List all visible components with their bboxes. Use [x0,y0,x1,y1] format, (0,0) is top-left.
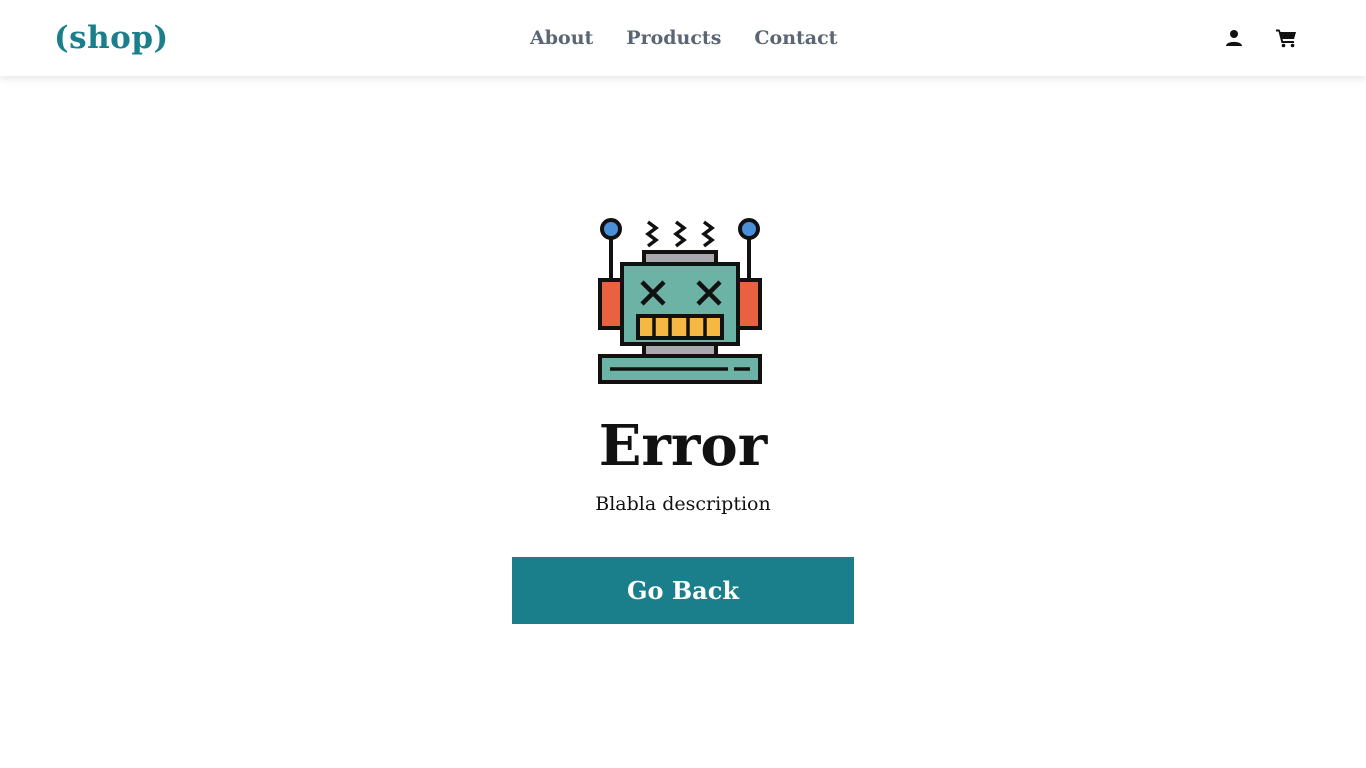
site-header: (shop) About Products Contact [0,0,1366,76]
user-icon [1226,30,1242,46]
error-title: Error [598,413,768,479]
nav-about-link[interactable]: About [530,24,593,52]
nav-contact-link[interactable]: Contact [754,24,837,52]
user-account-button[interactable] [1222,26,1246,50]
nav-products-link[interactable]: Products [626,24,721,52]
go-back-button[interactable]: Go Back [512,557,854,624]
error-description: Blabla description [595,493,771,515]
cart-icon [1276,29,1296,48]
cart-button[interactable] [1275,26,1299,50]
main-nav: About Products Contact [530,24,837,52]
broken-robot-icon [598,218,762,384]
shop-logo[interactable]: (shop) [54,16,169,60]
